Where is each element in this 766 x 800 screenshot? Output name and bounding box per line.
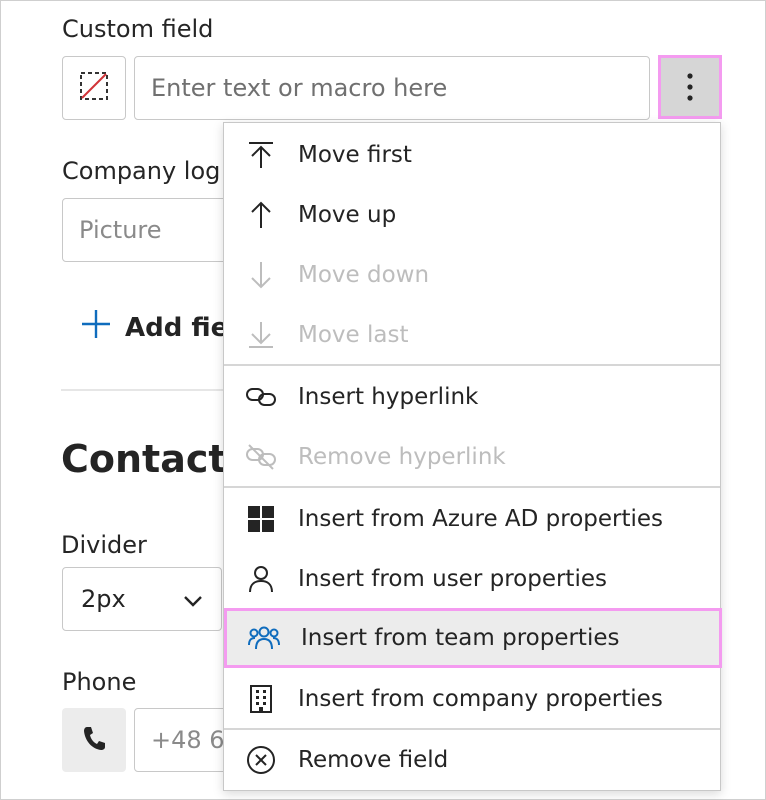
menu-item-move-last[interactable]: Move last [224, 305, 720, 365]
more-options-button[interactable] [658, 55, 722, 119]
building-icon [224, 684, 298, 714]
picture-placeholder: Picture [79, 216, 162, 244]
custom-field-placeholder: Enter text or macro here [151, 74, 448, 102]
menu-item-insert-hyperlink[interactable]: Insert hyperlink [224, 367, 720, 427]
section-divider [61, 389, 241, 391]
menu-item-insert-team-properties[interactable]: Insert from team properties [224, 608, 722, 668]
company-logo-label: Company log [62, 157, 221, 185]
link-icon [224, 385, 298, 409]
menu-divider [224, 364, 720, 366]
phone-icon-button[interactable] [62, 708, 126, 772]
divider-value: 2px [81, 585, 126, 613]
people-team-icon [227, 625, 301, 651]
menu-item-insert-azure-ad[interactable]: Insert from Azure AD properties [224, 489, 720, 549]
arrow-up-icon [224, 201, 298, 229]
menu-item-label: Insert from Azure AD properties [298, 506, 664, 532]
custom-field-icon-button[interactable] [62, 56, 126, 120]
menu-item-label: Move down [298, 262, 430, 288]
menu-item-label: Insert from team properties [301, 625, 620, 651]
field-context-menu: Move first Move up Move down Move last I… [223, 122, 722, 791]
custom-field-input[interactable]: Enter text or macro here [134, 56, 650, 120]
phone-label: Phone [62, 668, 137, 696]
add-field-label: Add fiel [125, 312, 238, 343]
phone-value: +48 6 [151, 726, 225, 754]
menu-item-remove-hyperlink[interactable]: Remove hyperlink [224, 427, 720, 487]
add-field-button[interactable]: Add fiel [81, 309, 237, 346]
editor-panel: Custom field Enter text or macro here Co… [0, 0, 766, 800]
menu-item-label: Move last [298, 322, 409, 348]
menu-item-label: Remove hyperlink [298, 444, 506, 470]
no-image-icon [79, 71, 109, 105]
custom-field-label: Custom field [62, 15, 214, 43]
menu-item-label: Move first [298, 142, 412, 168]
move-last-icon [224, 321, 298, 349]
menu-item-label: Insert from user properties [298, 566, 607, 592]
link-remove-icon [224, 443, 298, 471]
menu-item-insert-user-properties[interactable]: Insert from user properties [224, 549, 720, 609]
menu-item-label: Insert hyperlink [298, 384, 479, 410]
arrow-down-icon [224, 261, 298, 289]
divider-select[interactable]: 2px [62, 567, 222, 631]
azure-grid-icon [224, 505, 298, 533]
menu-item-move-first[interactable]: Move first [224, 125, 720, 185]
menu-item-move-down[interactable]: Move down [224, 245, 720, 305]
menu-item-label: Insert from company properties [298, 686, 663, 712]
move-first-icon [224, 141, 298, 169]
chevron-down-icon [183, 585, 203, 613]
more-vertical-icon [686, 72, 694, 102]
dismiss-circle-icon [224, 745, 298, 775]
add-icon [81, 309, 111, 346]
menu-divider [224, 486, 720, 488]
menu-item-label: Remove field [298, 747, 449, 773]
phone-icon [82, 725, 106, 755]
menu-item-insert-company-properties[interactable]: Insert from company properties [224, 669, 720, 729]
menu-item-remove-field[interactable]: Remove field [224, 730, 720, 790]
menu-item-move-up[interactable]: Move up [224, 185, 720, 245]
menu-item-label: Move up [298, 202, 397, 228]
person-icon [224, 565, 298, 593]
divider-label: Divider [61, 531, 147, 559]
